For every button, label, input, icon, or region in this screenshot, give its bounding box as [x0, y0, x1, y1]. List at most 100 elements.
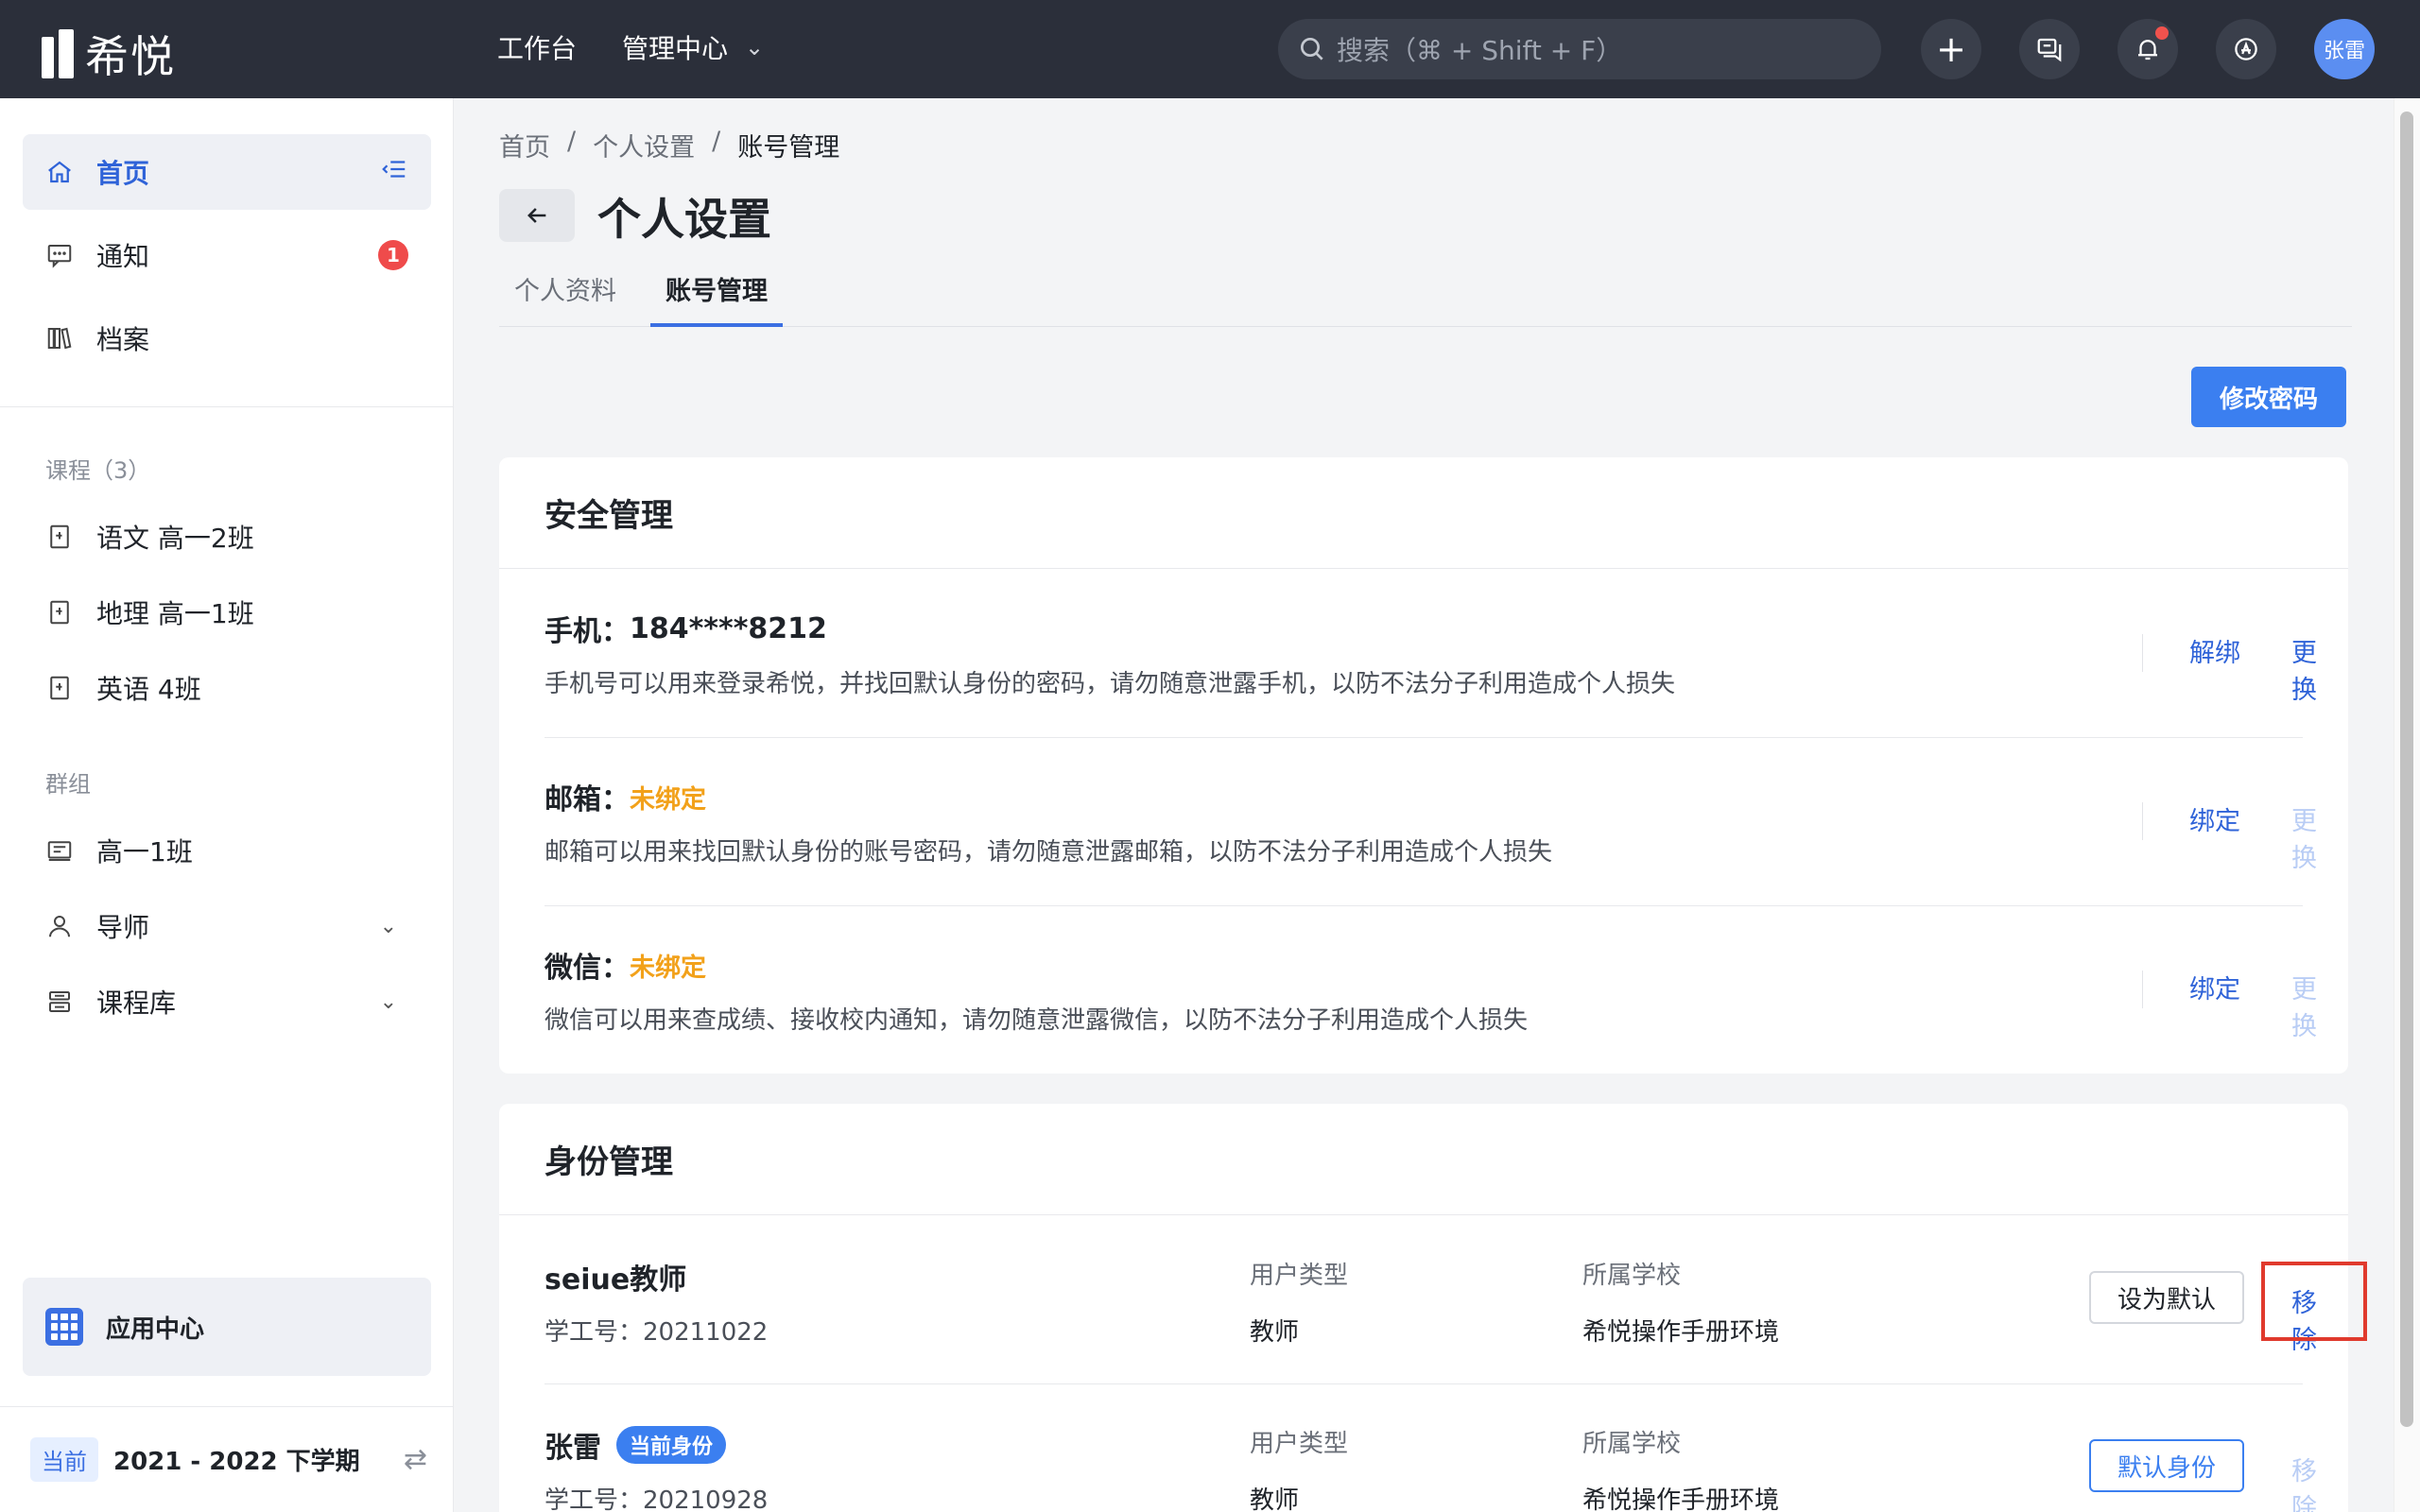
breadcrumb-separator: / [712, 127, 721, 156]
home-icon [48, 161, 71, 183]
breadcrumb-separator: / [567, 127, 577, 156]
message-icon [47, 245, 72, 268]
app-store-icon [2235, 38, 2257, 60]
course-label: 语文 高一2班 [96, 523, 254, 554]
search-icon [1301, 38, 1323, 60]
sidebar: 首页 通知 1 档案 课程（3） 语文 高一2班 地理 高一1班 英语 4班 群… [0, 98, 454, 1512]
set-default-button[interactable]: 设为默认 [2089, 1271, 2244, 1324]
change-password-button[interactable]: 修改密码 [2191, 367, 2346, 427]
identity-name-text: seiue教师 [544, 1263, 687, 1297]
wechat-title: 微信： 未绑定 [544, 944, 706, 986]
breadcrumb-home[interactable]: 首页 [499, 127, 550, 163]
group-label: 高一1班 [96, 836, 193, 868]
tab-profile[interactable]: 个人资料 [514, 270, 616, 327]
app-store-button[interactable] [2216, 19, 2276, 79]
phone-value: 184****8212 [630, 611, 827, 645]
school-value: 希悦操作手册环境 [1582, 1318, 1780, 1347]
default-identity-button: 默认身份 [2089, 1439, 2244, 1492]
notification-dot [2155, 26, 2169, 40]
nav-workbench[interactable]: 工作台 [497, 28, 577, 66]
sidebar-group-mentor[interactable]: 导师 ⌄ [23, 892, 431, 960]
tab-account-management[interactable]: 账号管理 [650, 270, 783, 327]
divider [2142, 971, 2143, 1008]
add-button[interactable]: + [1921, 19, 1981, 79]
avatar[interactable]: 张雷 [2314, 19, 2375, 79]
collapse-sidebar-icon[interactable] [380, 155, 408, 190]
notifications-button[interactable] [2118, 19, 2178, 79]
user-type-value: 教师 [1250, 1318, 1300, 1347]
search-input[interactable]: 搜索（⌘ + Shift + F） [1278, 19, 1881, 79]
logo-text: 希悦 [85, 31, 176, 82]
nav-admin-label: 管理中心 [622, 33, 729, 64]
current-identity-badge: 当前身份 [616, 1426, 727, 1464]
unbind-phone-link[interactable]: 解绑 [2189, 632, 2240, 669]
sidebar-group-course-library[interactable]: 课程库 ⌄ [23, 968, 431, 1036]
sidebar-divider [0, 406, 454, 407]
school-value: 希悦操作手册环境 [1582, 1486, 1780, 1512]
sidebar-item-label: 通知 [96, 241, 150, 272]
term-selector[interactable]: 当前 2021 - 2022 下学期 ⇄ [30, 1433, 427, 1486]
chevron-down-icon: ⌄ [745, 34, 765, 60]
course-label: 英语 4班 [96, 674, 201, 705]
bind-email-link[interactable]: 绑定 [2189, 800, 2240, 837]
phone-title: 手机： 184****8212 [544, 608, 827, 649]
messages-button[interactable] [2019, 19, 2080, 79]
sidebar-course-item[interactable]: 语文 高一2班 [23, 503, 431, 571]
book-icon [50, 524, 69, 549]
app-logo[interactable]: 希悦 [42, 23, 176, 85]
identity-row: seiue教师 学工号：20211022 用户类型 教师 所属学校 希悦操作手册… [544, 1216, 2367, 1384]
main-content: 首页 / 个人设置 / 账号管理 个人设置 个人资料 账号管理 修改密码 安全管… [454, 98, 2394, 1512]
remove-identity-link: 移除 [2291, 1457, 2317, 1512]
group-label: 导师 [96, 912, 150, 943]
grid-icon [45, 1308, 83, 1346]
plus-icon: + [1936, 28, 1966, 70]
back-button[interactable] [499, 189, 575, 242]
user-type-label: 用户类型 [1250, 1430, 1349, 1458]
page-title: 个人设置 [597, 194, 771, 245]
school-label: 所属学校 [1582, 1262, 1682, 1290]
group-label: 课程库 [96, 988, 177, 1019]
email-title: 邮箱： 未绑定 [544, 776, 706, 817]
swap-icon[interactable]: ⇄ [404, 1443, 427, 1476]
scrollbar[interactable] [2394, 98, 2420, 1512]
wechat-label: 微信： [544, 952, 630, 985]
sidebar-item-home[interactable]: 首页 [23, 134, 431, 210]
sidebar-group-item[interactable]: 高一1班 [23, 816, 431, 885]
email-row: 邮箱： 未绑定 邮箱可以用来找回默认身份的账号密码，请勿随意泄露邮箱，以防不法分… [544, 738, 2317, 906]
security-card-title: 安全管理 [499, 457, 2348, 569]
person-icon [49, 916, 70, 937]
email-description: 邮箱可以用来找回默认身份的账号密码，请勿随意泄露邮箱，以防不法分子利用造成个人损… [544, 838, 1553, 867]
sidebar-divider [0, 1406, 454, 1407]
sidebar-item-label: 档案 [96, 324, 150, 355]
change-phone-link[interactable]: 更换 [2291, 632, 2317, 706]
identity-staff-id: 学工号：20211022 [544, 1318, 769, 1347]
term-label: 2021 - 2022 下学期 [113, 1447, 360, 1476]
logo-mark-icon [42, 29, 74, 78]
phone-description: 手机号可以用来登录希悦，并找回默认身份的密码，请勿随意泄露手机，以防不法分子利用… [544, 670, 1676, 698]
email-status: 未绑定 [630, 784, 706, 815]
chevron-down-icon[interactable]: ⌄ [380, 990, 397, 1014]
breadcrumb: 首页 / 个人设置 / 账号管理 [499, 127, 839, 163]
phone-label: 手机： [544, 615, 630, 648]
nav-admin-center[interactable]: 管理中心 ⌄ [622, 28, 764, 66]
app-center-button[interactable]: 应用中心 [23, 1278, 431, 1376]
sidebar-item-notifications[interactable]: 通知 1 [23, 217, 431, 293]
scrollbar-thumb[interactable] [2400, 112, 2413, 1427]
wechat-status: 未绑定 [630, 953, 706, 983]
chevron-down-icon[interactable]: ⌄ [380, 915, 397, 938]
change-wechat-link: 更换 [2291, 975, 2317, 1041]
book-icon [50, 600, 69, 625]
email-label: 邮箱： [544, 783, 630, 816]
sidebar-course-item[interactable]: 英语 4班 [23, 654, 431, 722]
user-type-label: 用户类型 [1250, 1262, 1349, 1290]
sidebar-item-archive[interactable]: 档案 [23, 301, 431, 376]
breadcrumb-personal-settings[interactable]: 个人设置 [593, 127, 695, 163]
identity-name: 张雷 当前身份 [544, 1424, 727, 1466]
divider [2142, 802, 2143, 840]
sidebar-course-item[interactable]: 地理 高一1班 [23, 578, 431, 646]
bind-wechat-link[interactable]: 绑定 [2189, 969, 2240, 1005]
identity-name-text: 张雷 [544, 1432, 601, 1465]
identity-staff-id: 学工号：20210928 [544, 1486, 769, 1512]
change-email-link: 更换 [2291, 807, 2317, 873]
search-placeholder: 搜索（⌘ + Shift + F） [1337, 35, 1623, 66]
